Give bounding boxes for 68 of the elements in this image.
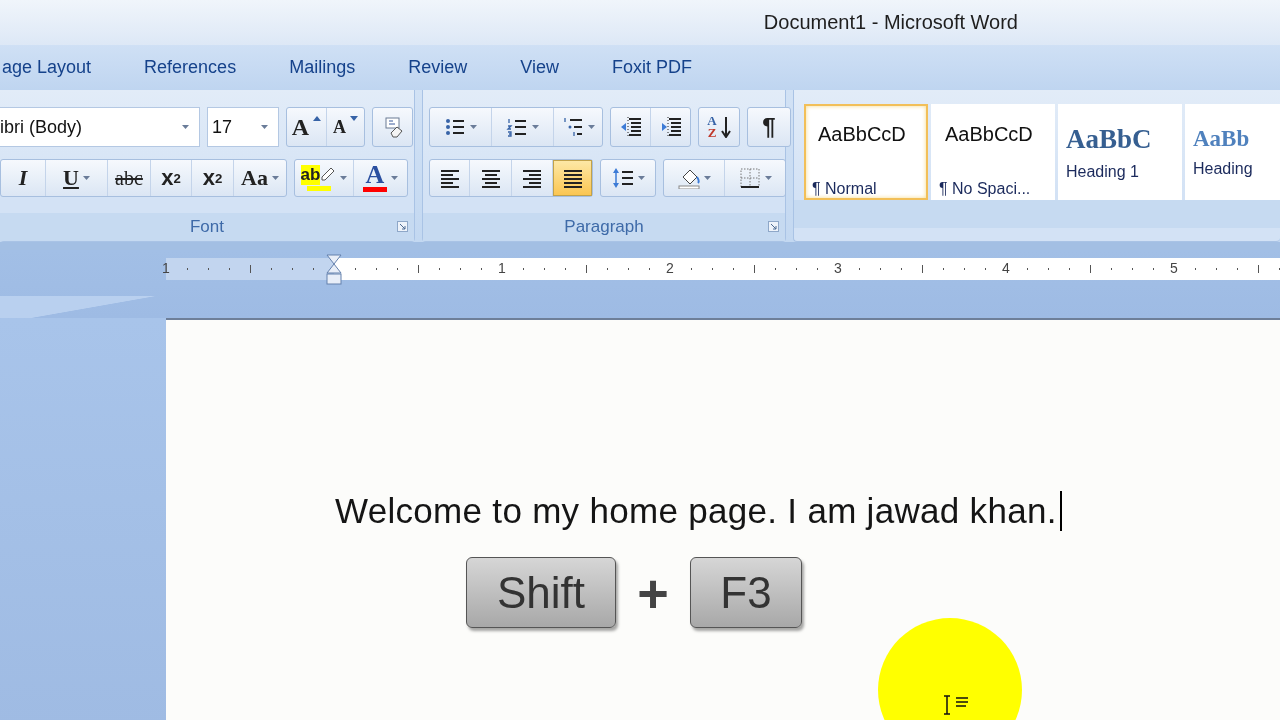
border-icon	[738, 167, 761, 189]
superscript-button[interactable]: x$^{2}$	[192, 160, 234, 196]
style-name: ¶ No Spaci...	[939, 180, 1031, 198]
show-marks-button[interactable]: ¶	[748, 108, 790, 146]
sort-button[interactable]: A Z	[699, 108, 739, 146]
ruler-number: 1	[162, 260, 170, 276]
caret-icon	[182, 125, 189, 129]
style-gallery-item[interactable]: AaBb Heading	[1185, 104, 1280, 200]
strikethrough-button[interactable]: abc	[108, 160, 151, 196]
style-preview: AaBb	[1193, 126, 1250, 152]
highlight-button[interactable]: ab	[295, 160, 354, 196]
style-gallery-item[interactable]: AaBbCcD ¶ No Spaci...	[931, 104, 1055, 200]
plus-sign: +	[636, 561, 670, 624]
align-center-icon	[479, 167, 502, 189]
change-case-button[interactable]: Aa	[234, 160, 286, 196]
ribbon-tab[interactable]: age Layout	[0, 50, 94, 85]
bullet-list-icon	[444, 116, 466, 138]
ruler-number: 4	[1002, 260, 1010, 276]
ruler-number: 2	[666, 260, 674, 276]
style-name: Heading	[1193, 160, 1253, 178]
ruler-number: 5	[1170, 260, 1178, 276]
line-spacing-icon	[611, 167, 634, 189]
multilevel-list-icon	[561, 116, 584, 138]
keyboard-key: F3	[690, 557, 802, 628]
ruler-number: 1	[498, 260, 506, 276]
down-triangle-icon	[350, 116, 358, 121]
text-cursor-icon	[942, 694, 970, 716]
caret-icon	[261, 125, 268, 129]
style-gallery-item[interactable]: AaBbCcD ¶ Normal	[804, 104, 928, 200]
font-color-button[interactable]: A	[354, 160, 407, 196]
increase-indent-icon	[659, 116, 682, 138]
font-size-field[interactable]: 17	[207, 107, 279, 147]
justify-button[interactable]	[553, 160, 592, 196]
align-left-icon	[438, 167, 461, 189]
underline-button[interactable]: U	[46, 160, 108, 196]
down-arrow-icon	[720, 116, 731, 138]
dialog-launcher-icon[interactable]	[768, 221, 779, 232]
keyboard-key: Shift	[466, 557, 616, 628]
numbered-list-icon	[506, 116, 528, 138]
decrease-indent-icon	[619, 116, 642, 138]
group-label: Font	[190, 217, 224, 237]
ribbon-tab[interactable]: Review	[406, 50, 470, 85]
document-text: Welcome to my home page. I am jawad khan.	[335, 491, 1057, 531]
window-title: Document1 - Microsoft Word	[763, 11, 1018, 34]
indent-marker-icon[interactable]	[326, 254, 342, 286]
ribbon-tab[interactable]: Foxit PDF	[609, 50, 694, 85]
ribbon-tab[interactable]: Mailings	[287, 50, 358, 85]
style-preview: AaBbCcD	[944, 122, 1033, 147]
ribbon-tab[interactable]: References	[142, 50, 239, 85]
group-label: Paragraph	[564, 217, 644, 237]
style-preview: AaBbC	[1066, 123, 1152, 155]
pen-icon	[320, 165, 337, 181]
dialog-launcher-icon[interactable]	[397, 221, 408, 232]
text-caret	[1059, 491, 1062, 531]
align-right-icon	[521, 167, 543, 189]
shrink-font-button[interactable]: A	[327, 108, 364, 146]
style-preview: AaBbCcD	[817, 122, 906, 147]
grow-font-button[interactable]: A	[287, 108, 327, 146]
font-name-field[interactable]: ibri (Body)	[0, 107, 200, 147]
style-name: Heading 1	[1066, 162, 1139, 181]
style-name: ¶ Normal	[812, 180, 877, 198]
italic-button[interactable]: I	[1, 160, 46, 196]
ribbon-tab[interactable]: View	[518, 50, 561, 85]
paint-bucket-icon	[677, 167, 700, 189]
style-gallery-item[interactable]: AaBbC Heading 1	[1058, 104, 1182, 200]
up-triangle-icon	[313, 116, 322, 121]
ruler-number: 3	[834, 260, 842, 276]
justify-icon	[561, 167, 584, 189]
